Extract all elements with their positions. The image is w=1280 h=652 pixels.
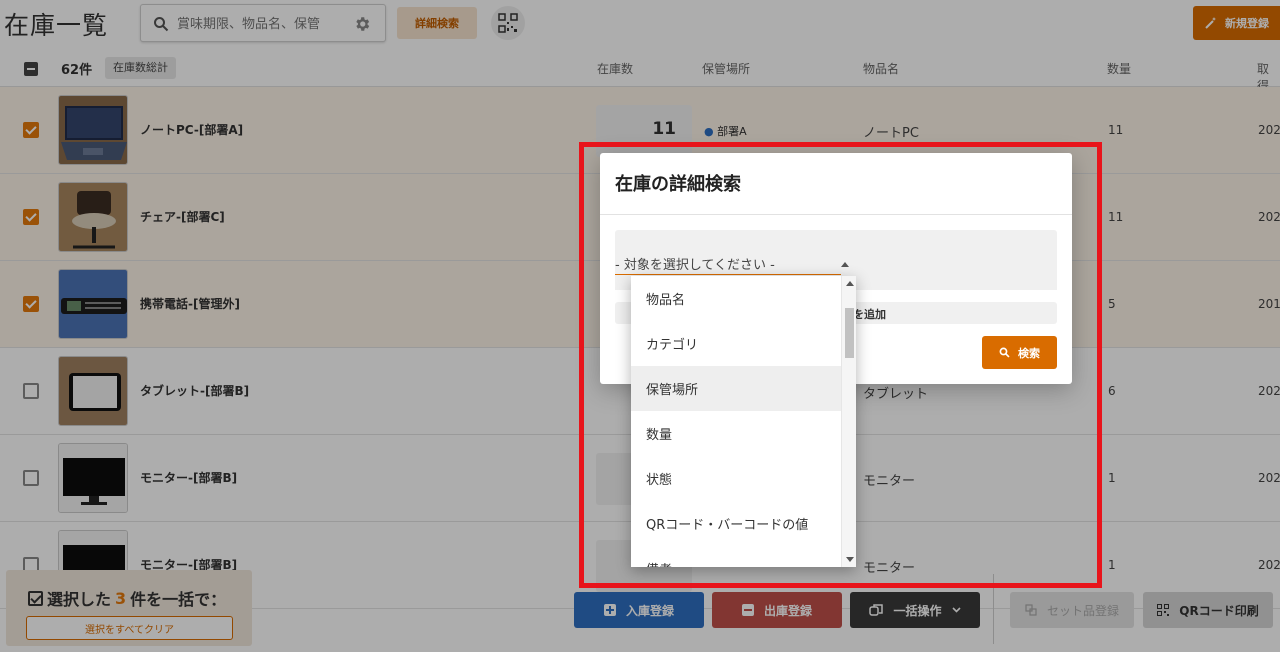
search-icon [999, 347, 1010, 358]
scroll-up-icon[interactable] [846, 281, 854, 286]
dropdown-option[interactable]: QRコード・バーコードの値 [631, 501, 841, 546]
dropdown-scrollbar[interactable] [841, 276, 856, 567]
dropdown-option[interactable]: 状態 [631, 456, 841, 501]
dialog-title: 在庫の詳細検索 [615, 174, 741, 195]
dropdown-option[interactable]: カテゴリ [631, 321, 841, 366]
target-dropdown-menu: 物品名 カテゴリ 保管場所 数量 状態 QRコード・バーコードの値 備考 [631, 276, 856, 567]
add-condition-label: を追加 [853, 308, 886, 321]
dropdown-option[interactable]: 備考 [631, 546, 841, 567]
target-select-value[interactable]: - 対象を選択してください - [615, 254, 775, 273]
divider [600, 214, 1072, 215]
dropdown-option[interactable]: 数量 [631, 411, 841, 456]
dropdown-option[interactable]: 物品名 [631, 276, 841, 321]
scroll-thumb[interactable] [845, 308, 854, 358]
search-label: 検索 [1018, 346, 1040, 360]
dropdown-option[interactable]: 保管場所 [631, 366, 841, 411]
search-button[interactable]: 検索 [982, 336, 1057, 369]
scroll-down-icon[interactable] [846, 557, 854, 562]
caret-up-icon[interactable] [841, 262, 849, 267]
dropdown-options: 物品名 カテゴリ 保管場所 数量 状態 QRコード・バーコードの値 備考 [631, 276, 841, 567]
